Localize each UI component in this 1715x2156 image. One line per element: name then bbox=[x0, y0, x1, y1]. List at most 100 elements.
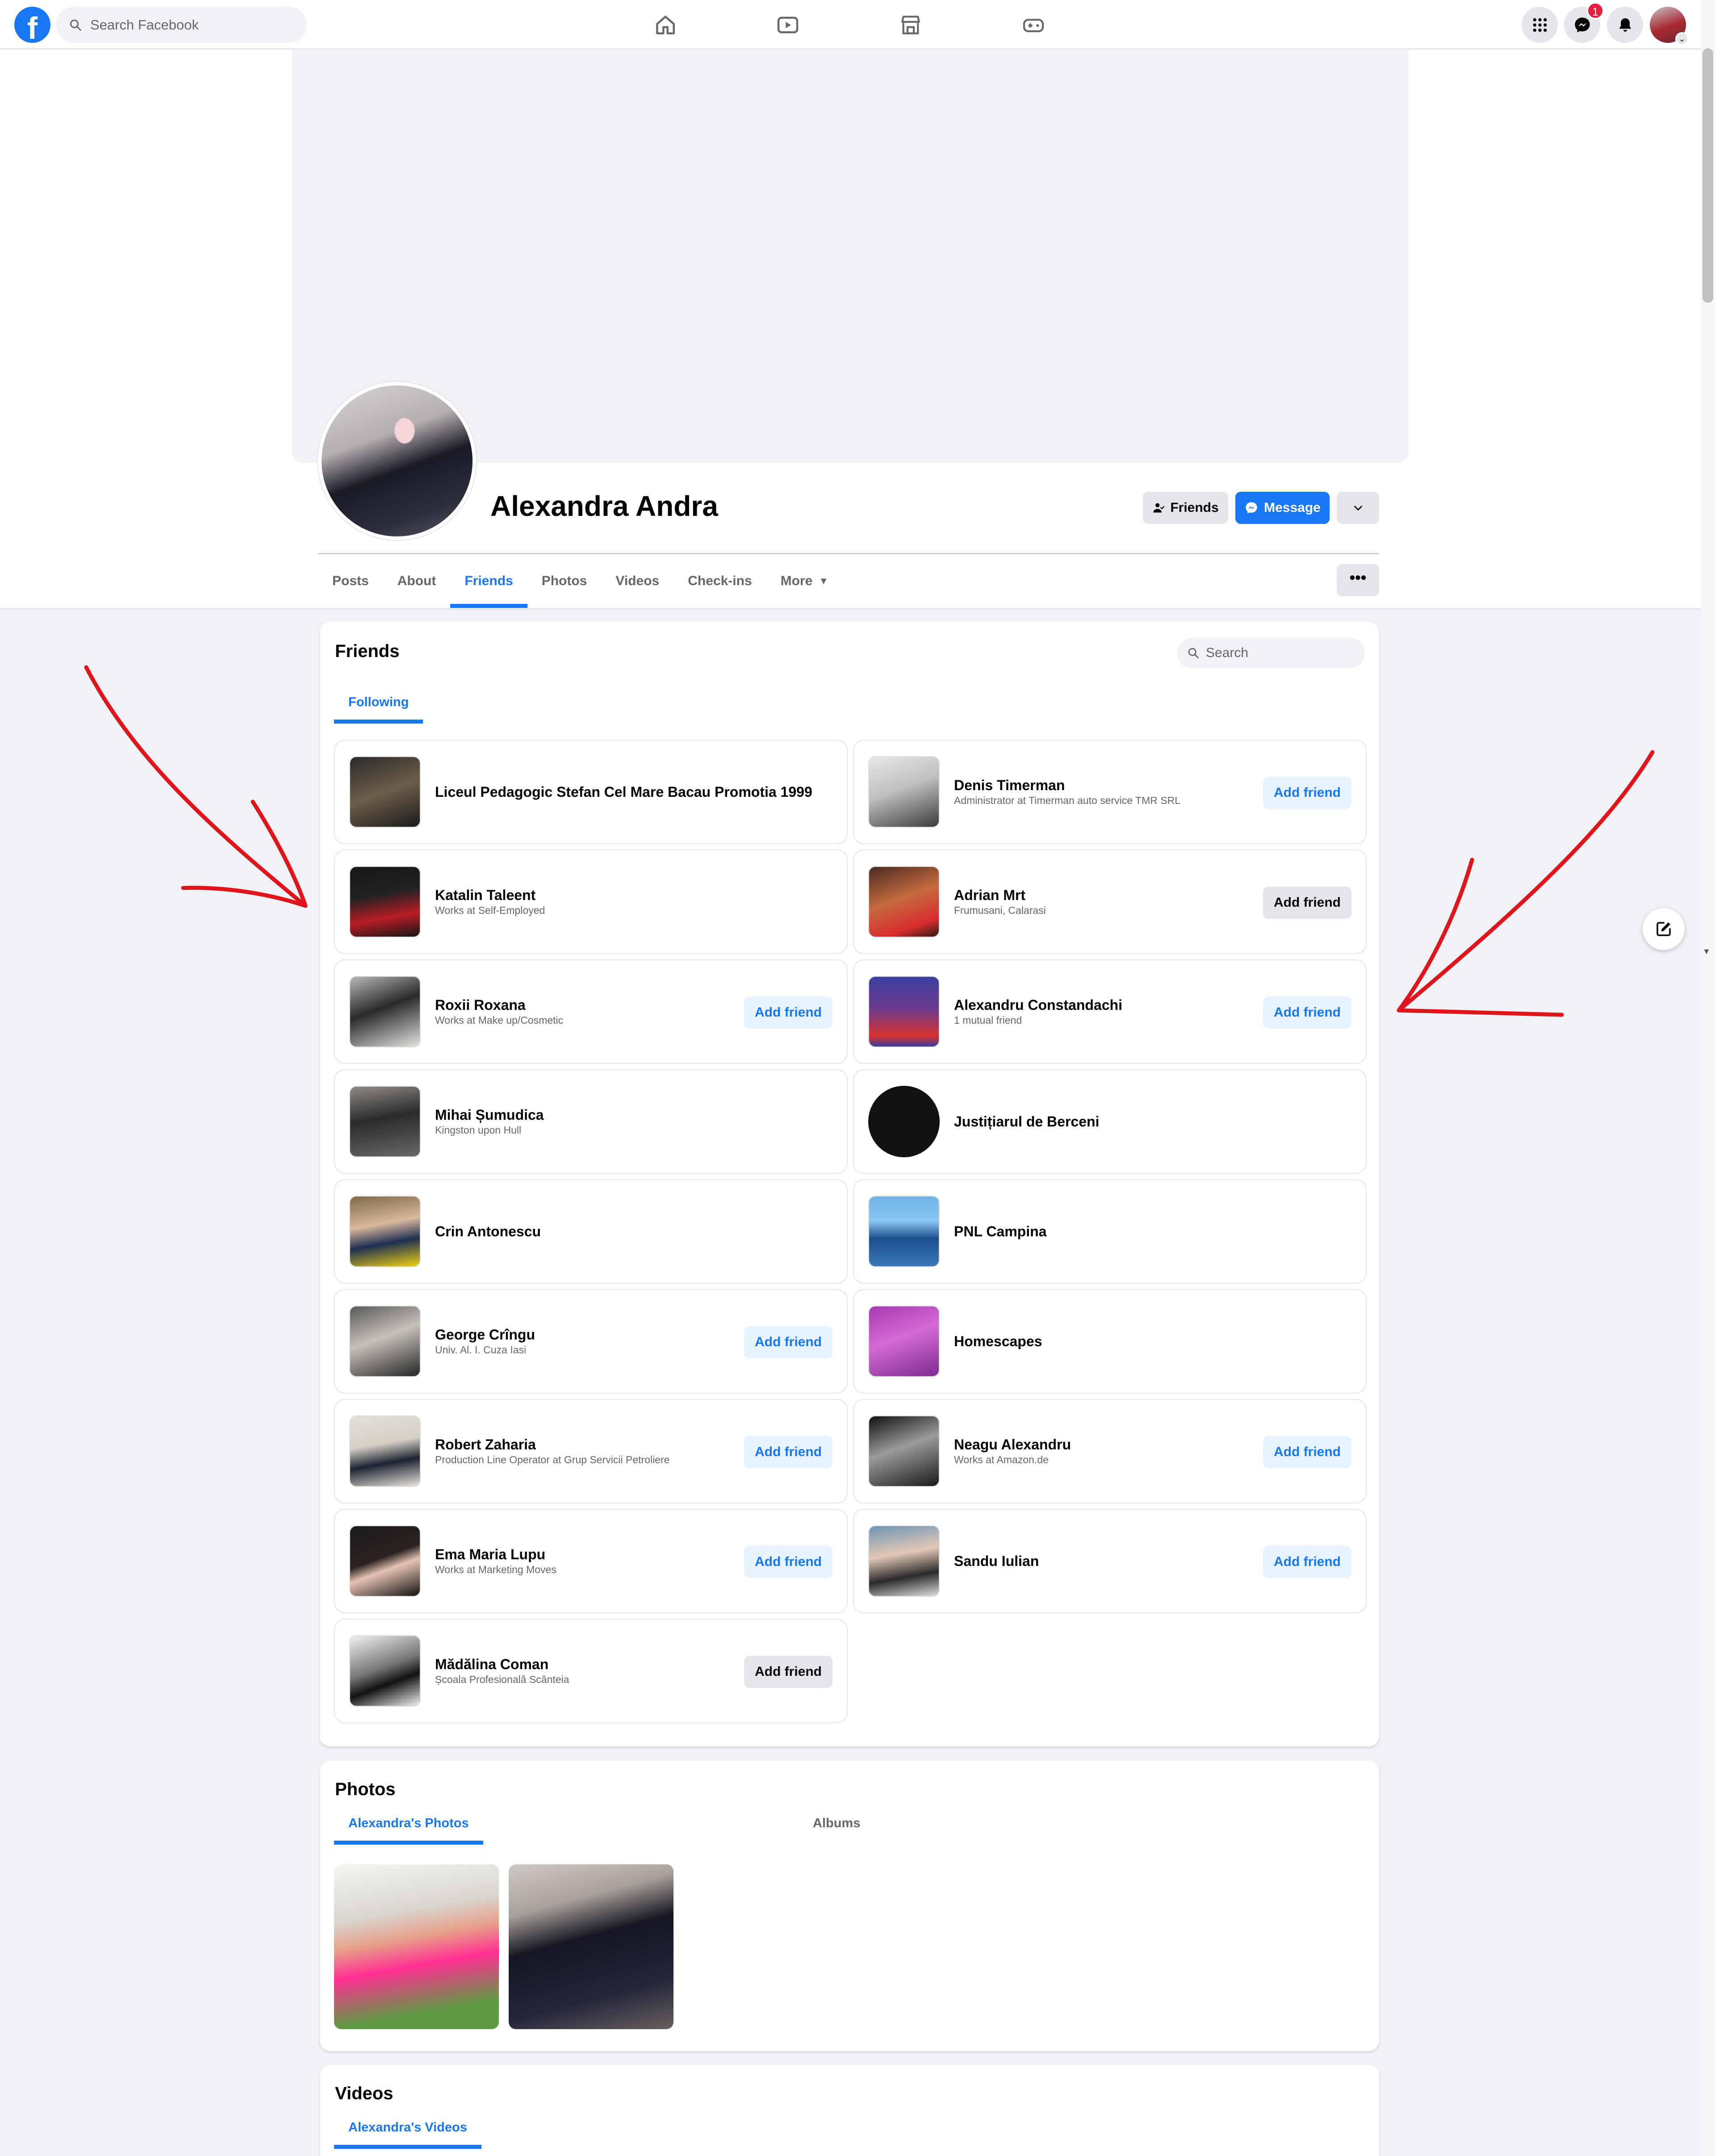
facebook-logo[interactable]: f bbox=[14, 7, 50, 43]
add-friend-button[interactable]: Add friend bbox=[744, 1326, 832, 1358]
tab-alexandras-videos[interactable]: Alexandra's Videos bbox=[334, 2106, 481, 2149]
friend-card[interactable]: Liceul Pedagogic Stefan Cel Mare Bacau P… bbox=[334, 740, 848, 844]
facebook-search-input[interactable] bbox=[90, 17, 287, 33]
friend-card[interactable]: Adrian Mrt Frumusani, Calarasi Add friend bbox=[853, 850, 1367, 954]
friend-avatar[interactable] bbox=[349, 756, 421, 828]
friend-avatar[interactable] bbox=[868, 1086, 940, 1157]
messenger-button[interactable]: 1 bbox=[1564, 2, 1604, 43]
add-friend-button[interactable]: Add friend bbox=[1263, 1436, 1351, 1468]
add-friend-button[interactable]: Add friend bbox=[1263, 996, 1351, 1029]
friend-avatar[interactable] bbox=[349, 1635, 421, 1707]
friend-name[interactable]: Justițiarul de Berceni bbox=[954, 1113, 1099, 1130]
friend-name[interactable]: Sandu Iulian bbox=[954, 1553, 1039, 1570]
friend-card[interactable]: Crin Antonescu bbox=[334, 1179, 848, 1284]
photo-thumbnail[interactable] bbox=[509, 1864, 673, 2029]
friend-avatar[interactable] bbox=[349, 1525, 421, 1597]
add-friend-button[interactable]: Add friend bbox=[1263, 1546, 1351, 1578]
tab-more[interactable]: More ▼ bbox=[766, 554, 843, 608]
friend-avatar[interactable] bbox=[349, 1196, 421, 1267]
add-friend-button[interactable]: Add friend bbox=[744, 1656, 832, 1688]
friend-avatar[interactable] bbox=[868, 1415, 940, 1487]
friend-info: Justițiarul de Berceni bbox=[954, 1113, 1099, 1130]
friends-button[interactable]: Friends bbox=[1143, 492, 1228, 524]
friend-avatar[interactable] bbox=[349, 1415, 421, 1487]
friend-avatar[interactable] bbox=[349, 1306, 421, 1377]
scroll-down-arrow-icon[interactable]: ▼ bbox=[1702, 947, 1711, 956]
friend-name[interactable]: Mădălina Coman bbox=[435, 1656, 569, 1673]
friend-card[interactable]: Roxii Roxana Works at Make up/Cosmetic Add… bbox=[334, 959, 848, 1064]
friends-search-input[interactable] bbox=[1206, 645, 1353, 661]
notifications-button[interactable] bbox=[1607, 7, 1643, 43]
friend-card[interactable]: PNL Campina bbox=[853, 1179, 1367, 1284]
tab-friends[interactable]: Friends bbox=[450, 554, 528, 608]
friend-avatar[interactable] bbox=[868, 1306, 940, 1377]
profile-header: Alexandra Andra Friends Message Posts Ab… bbox=[0, 50, 1701, 608]
photo-thumbnail[interactable] bbox=[334, 1864, 499, 2029]
friend-name[interactable]: Roxii Roxana bbox=[435, 996, 563, 1013]
friend-name[interactable]: Alexandru Constandachi bbox=[954, 996, 1122, 1013]
watch-icon[interactable] bbox=[775, 13, 800, 38]
add-friend-button[interactable]: Add friend bbox=[1263, 887, 1351, 919]
account-menu-chevron-icon[interactable]: ⌄ bbox=[1675, 32, 1689, 46]
new-message-button[interactable] bbox=[1643, 908, 1685, 950]
profile-options-chevron-button[interactable] bbox=[1337, 492, 1379, 524]
add-friend-button[interactable]: Add friend bbox=[744, 996, 832, 1029]
menu-grid-button[interactable] bbox=[1522, 7, 1558, 43]
friend-avatar[interactable] bbox=[868, 976, 940, 1047]
tab-check-ins[interactable]: Check-ins bbox=[673, 554, 766, 608]
friend-name[interactable]: Mihai Șumudica bbox=[435, 1106, 544, 1123]
profile-tabs: Posts About Friends Photos Videos Check-… bbox=[318, 554, 843, 608]
tab-albums[interactable]: Albums bbox=[799, 1802, 874, 1845]
friend-name[interactable]: Katalin Taleent bbox=[435, 887, 545, 904]
friend-card[interactable]: Justițiarul de Berceni bbox=[853, 1069, 1367, 1174]
tab-videos[interactable]: Videos bbox=[601, 554, 673, 608]
friend-avatar[interactable] bbox=[349, 866, 421, 938]
tab-following[interactable]: Following bbox=[334, 681, 423, 724]
friend-name[interactable]: Liceul Pedagogic Stefan Cel Mare Bacau P… bbox=[435, 783, 812, 800]
marketplace-icon[interactable] bbox=[898, 13, 923, 38]
friend-card[interactable]: Ema Maria Lupu Works at Marketing Moves Ad… bbox=[334, 1509, 848, 1613]
friend-name[interactable]: Homescapes bbox=[954, 1333, 1042, 1350]
friend-name[interactable]: Neagu Alexandru bbox=[954, 1436, 1071, 1453]
add-friend-button[interactable]: Add friend bbox=[1263, 777, 1351, 809]
add-friend-button[interactable]: Add friend bbox=[744, 1436, 832, 1468]
tab-posts[interactable]: Posts bbox=[318, 554, 383, 608]
friend-card[interactable]: George Crîngu Univ. Al. I. Cuza Iasi Add f… bbox=[334, 1289, 848, 1394]
friend-card[interactable]: Mădălina Coman Școala Profesională Scânte… bbox=[334, 1619, 848, 1723]
friend-card[interactable]: Neagu Alexandru Works at Amazon.de Add fri… bbox=[853, 1399, 1367, 1503]
friend-name[interactable]: George Crîngu bbox=[435, 1326, 535, 1343]
tab-about[interactable]: About bbox=[383, 554, 451, 608]
friend-card[interactable]: Denis Timerman Administrator at Timerman … bbox=[853, 740, 1367, 844]
scrollbar-thumb[interactable] bbox=[1702, 48, 1713, 303]
friend-name[interactable]: Adrian Mrt bbox=[954, 887, 1046, 904]
gaming-icon[interactable] bbox=[1021, 13, 1046, 38]
scrollbar[interactable] bbox=[1701, 0, 1715, 2156]
home-icon[interactable] bbox=[653, 13, 678, 38]
tab-photos[interactable]: Photos bbox=[527, 554, 602, 608]
friend-avatar[interactable] bbox=[868, 866, 940, 938]
friend-avatar[interactable] bbox=[349, 1086, 421, 1157]
friend-card[interactable]: Robert Zaharia Production Line Operator a… bbox=[334, 1399, 848, 1503]
cover-photo[interactable] bbox=[292, 50, 1409, 463]
friend-avatar[interactable] bbox=[349, 976, 421, 1047]
friend-card[interactable]: Sandu Iulian Add friend bbox=[853, 1509, 1367, 1613]
friend-name[interactable]: Denis Timerman bbox=[954, 777, 1180, 794]
friend-card[interactable]: Homescapes bbox=[853, 1289, 1367, 1394]
profile-picture[interactable] bbox=[318, 382, 476, 540]
friends-search-box[interactable] bbox=[1177, 638, 1365, 668]
add-friend-button[interactable]: Add friend bbox=[744, 1546, 832, 1578]
friend-name[interactable]: Robert Zaharia bbox=[435, 1436, 669, 1453]
friend-card[interactable]: Alexandru Constandachi 1 mutual friend Add… bbox=[853, 959, 1367, 1064]
friend-avatar[interactable] bbox=[868, 1196, 940, 1267]
friend-name[interactable]: PNL Campina bbox=[954, 1223, 1046, 1240]
friend-name[interactable]: Crin Antonescu bbox=[435, 1223, 541, 1240]
friend-avatar[interactable] bbox=[868, 1525, 940, 1597]
facebook-search-box[interactable] bbox=[56, 7, 307, 43]
tab-alexandras-photos[interactable]: Alexandra's Photos bbox=[334, 1802, 483, 1845]
message-button[interactable]: Message bbox=[1235, 492, 1330, 524]
friend-card[interactable]: Katalin Taleent Works at Self-Employed bbox=[334, 850, 848, 954]
friend-name[interactable]: Ema Maria Lupu bbox=[435, 1546, 556, 1563]
friend-card[interactable]: Mihai Șumudica Kingston upon Hull bbox=[334, 1069, 848, 1174]
friend-avatar[interactable] bbox=[868, 756, 940, 828]
more-options-button[interactable]: ••• bbox=[1337, 564, 1379, 596]
